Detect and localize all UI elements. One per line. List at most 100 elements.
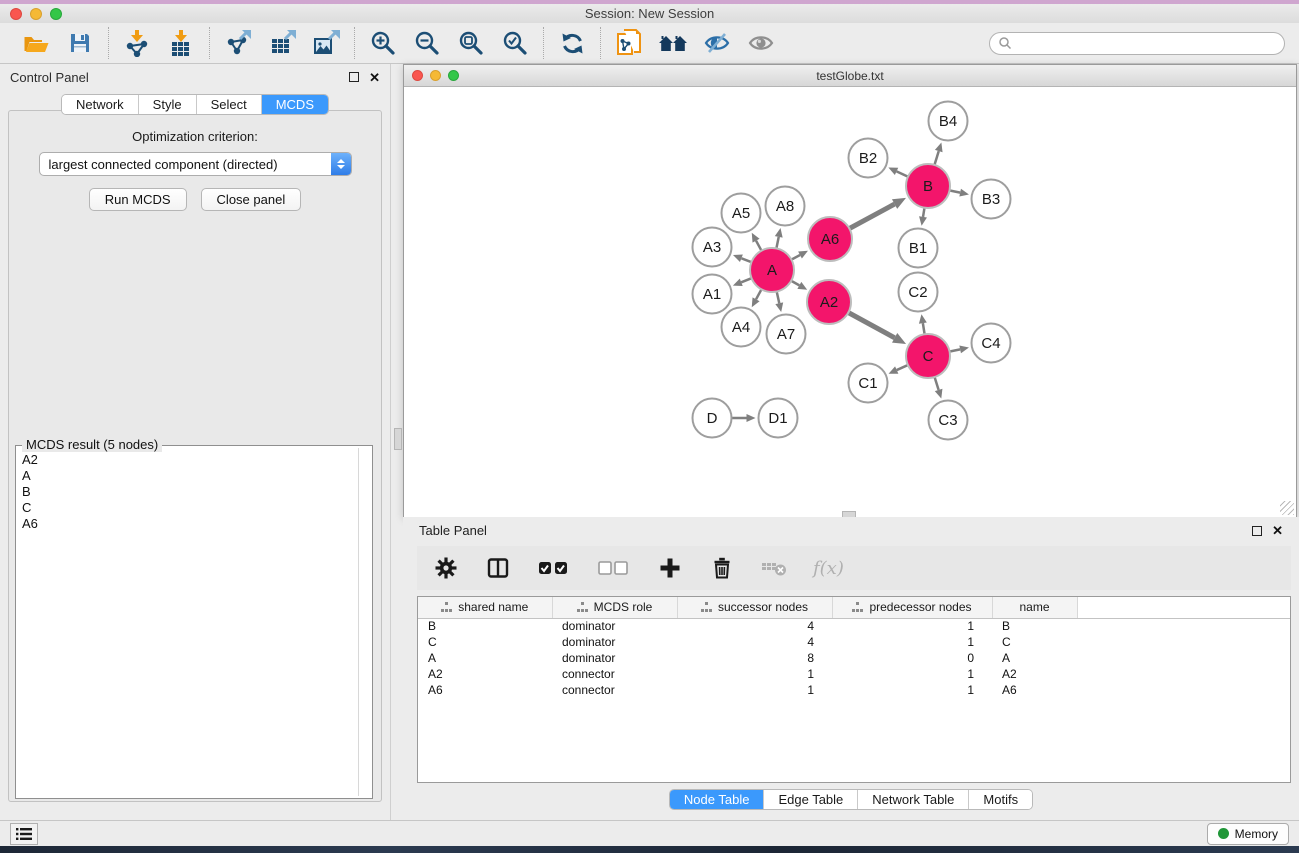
table-cell[interactable]: 0 <box>832 650 992 666</box>
table-cell[interactable]: C <box>418 634 552 650</box>
tab-edge-table[interactable]: Edge Table <box>764 790 858 809</box>
network-window-titlebar[interactable]: testGlobe.txt <box>404 65 1296 87</box>
close-panel-button[interactable]: Close panel <box>201 188 302 211</box>
table-cell[interactable]: A <box>418 650 552 666</box>
criterion-dropdown[interactable]: largest connected component (directed) <box>39 152 352 176</box>
table-cell[interactable]: connector <box>552 682 677 698</box>
result-item[interactable]: A6 <box>22 516 366 532</box>
search-field[interactable] <box>989 32 1285 55</box>
result-item[interactable]: B <box>22 484 366 500</box>
column-header-label: name <box>1019 600 1049 614</box>
deselect-all-columns-icon[interactable] <box>597 555 631 581</box>
table-cell[interactable]: A2 <box>418 666 552 682</box>
tab-motifs[interactable]: Motifs <box>969 790 1032 809</box>
save-session-icon[interactable] <box>65 28 95 58</box>
tab-select[interactable]: Select <box>197 95 262 114</box>
close-table-panel-icon[interactable] <box>1272 524 1283 537</box>
zoom-selected-icon[interactable] <box>500 28 530 58</box>
import-network-icon[interactable] <box>122 28 152 58</box>
network-canvas[interactable]: B4B2BB3A8A5A6B1A3AC2A1A2A4A7C4CC1DD1C3 <box>404 87 1296 517</box>
import-table-icon[interactable] <box>166 28 196 58</box>
table-cell[interactable]: dominator <box>552 634 677 650</box>
network-view-window: testGlobe.txt B4B2BB3A8A5A6B1A3AC2A1A2A4… <box>403 64 1297 517</box>
resize-grip[interactable] <box>1280 501 1294 515</box>
export-image-icon[interactable] <box>311 28 341 58</box>
table-cell[interactable]: 8 <box>677 650 832 666</box>
zoom-in-icon[interactable] <box>368 28 398 58</box>
table-cell[interactable]: dominator <box>552 650 677 666</box>
table-cell[interactable]: A <box>992 650 1077 666</box>
column-header[interactable]: MCDS role <box>552 597 677 618</box>
tab-network[interactable]: Network <box>62 95 139 114</box>
table-row[interactable]: A2connector11A2 <box>418 666 1290 682</box>
mcds-result-list[interactable]: A2ABCA6 <box>16 446 372 538</box>
zoom-fit-icon[interactable] <box>456 28 486 58</box>
result-item[interactable]: A <box>22 468 366 484</box>
search-input[interactable] <box>1012 36 1276 50</box>
table-cell[interactable]: 4 <box>677 618 832 634</box>
close-panel-icon[interactable] <box>369 71 380 84</box>
tab-style[interactable]: Style <box>139 95 197 114</box>
export-table-icon[interactable] <box>267 28 297 58</box>
column-header[interactable]: shared name <box>418 597 552 618</box>
table-cell[interactable]: 1 <box>832 682 992 698</box>
table-row[interactable]: A6connector11A6 <box>418 682 1290 698</box>
column-edit-icon <box>701 602 712 612</box>
column-header[interactable]: name <box>992 597 1077 618</box>
graph-node-label: A6 <box>821 231 839 248</box>
splitter-handle-left[interactable] <box>394 428 402 450</box>
table-toolbar: f(x) <box>417 546 1291 590</box>
table-cell[interactable]: B <box>418 618 552 634</box>
table-cell[interactable]: C <box>992 634 1077 650</box>
table-cell[interactable]: 1 <box>677 682 832 698</box>
show-graphics-details-icon[interactable] <box>746 28 776 58</box>
task-history-button[interactable] <box>10 823 38 845</box>
delete-column-trash-icon[interactable] <box>709 555 735 581</box>
tab-node-table[interactable]: Node Table <box>670 790 765 809</box>
home-icon[interactable] <box>658 28 688 58</box>
zoom-out-icon[interactable] <box>412 28 442 58</box>
main-titlebar[interactable]: Session: New Session <box>0 4 1299 23</box>
open-session-icon[interactable] <box>21 28 51 58</box>
result-scrollbar[interactable] <box>358 448 359 796</box>
result-item[interactable]: C <box>22 500 366 516</box>
column-header[interactable]: successor nodes <box>677 597 832 618</box>
column-header[interactable]: predecessor nodes <box>832 597 992 618</box>
select-all-columns-icon[interactable] <box>537 555 571 581</box>
table-cell[interactable]: B <box>992 618 1077 634</box>
graph-edge-arrow <box>775 302 783 312</box>
table-settings-gear-icon[interactable] <box>433 555 459 581</box>
tab-network-table[interactable]: Network Table <box>858 790 969 809</box>
run-mcds-button[interactable]: Run MCDS <box>89 188 187 211</box>
table-cell[interactable]: 1 <box>677 666 832 682</box>
delete-table-icon[interactable] <box>761 555 787 581</box>
function-builder-icon[interactable]: f(x) <box>813 558 844 579</box>
table-cell[interactable]: 1 <box>832 634 992 650</box>
tab-mcds[interactable]: MCDS <box>262 95 328 114</box>
table-cell[interactable]: A6 <box>418 682 552 698</box>
memory-label: Memory <box>1235 827 1278 841</box>
control-panel-title: Control Panel <box>10 70 89 85</box>
memory-button[interactable]: Memory <box>1207 823 1289 845</box>
table-cell[interactable]: A2 <box>992 666 1077 682</box>
table-cell[interactable]: connector <box>552 666 677 682</box>
table-cell[interactable]: 4 <box>677 634 832 650</box>
table-row[interactable]: Bdominator41B <box>418 618 1290 634</box>
split-table-view-icon[interactable] <box>485 555 511 581</box>
refresh-view-icon[interactable] <box>557 28 587 58</box>
table-row[interactable]: Cdominator41C <box>418 634 1290 650</box>
table-cell[interactable]: 1 <box>832 666 992 682</box>
export-network-icon[interactable] <box>223 28 253 58</box>
row-filler <box>1077 634 1290 650</box>
table-row[interactable]: Adominator80A <box>418 650 1290 666</box>
table-cell[interactable]: 1 <box>832 618 992 634</box>
network-graph[interactable]: B4B2BB3A8A5A6B1A3AC2A1A2A4A7C4CC1DD1C3 <box>404 87 1296 517</box>
table-cell[interactable]: A6 <box>992 682 1077 698</box>
create-column-plus-icon[interactable] <box>657 555 683 581</box>
hide-graphics-details-icon[interactable] <box>702 28 732 58</box>
float-table-panel-icon[interactable] <box>1252 526 1262 536</box>
table-cell[interactable]: dominator <box>552 618 677 634</box>
new-session-from-network-icon[interactable] <box>614 28 644 58</box>
float-panel-icon[interactable] <box>349 72 359 82</box>
result-item[interactable]: A2 <box>22 452 366 468</box>
